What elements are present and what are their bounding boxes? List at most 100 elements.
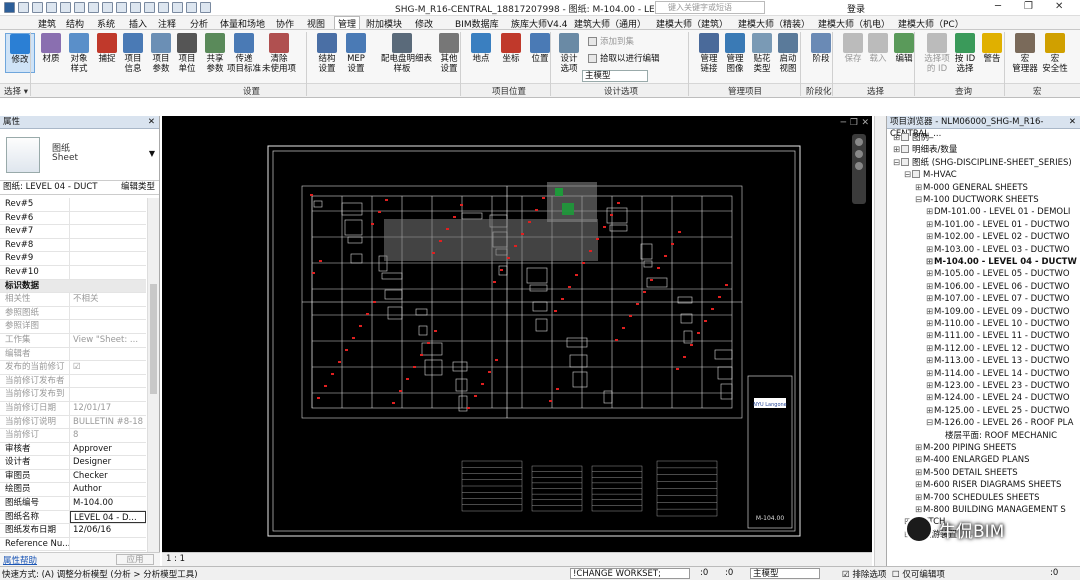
warnings-button[interactable]: 警告	[977, 33, 1007, 64]
property-value[interactable]	[70, 252, 146, 265]
tree-toggle-icon[interactable]: ⊞	[926, 257, 934, 268]
tree-toggle-icon[interactable]: ⊞	[926, 381, 934, 392]
switch-windows-icon[interactable]	[186, 2, 197, 13]
close-browser-icon[interactable]: ✕	[1069, 116, 1076, 128]
sync-icon[interactable]	[46, 2, 57, 13]
browser-item[interactable]: ⊞M-500 DETAIL SHEETS	[915, 468, 1018, 479]
tree-toggle-icon[interactable]: ⊞	[926, 344, 934, 355]
tree-toggle-icon[interactable]: ⊞	[893, 133, 901, 144]
redo-icon[interactable]	[74, 2, 85, 13]
tab-7[interactable]: 协作	[276, 17, 294, 30]
tree-toggle-icon[interactable]: ⊞	[893, 145, 901, 156]
browser-item[interactable]: ⊞M-107.00 - LEVEL 07 - DUCTWO	[926, 294, 1070, 305]
mep-settings-button[interactable]: MEP 设置	[341, 33, 371, 74]
section-icon[interactable]	[144, 2, 155, 13]
property-value[interactable]: Approver	[70, 443, 146, 456]
customize-qat-icon[interactable]	[200, 2, 211, 13]
browser-item[interactable]: ⊟ M-HVAC	[904, 170, 957, 181]
browser-item[interactable]: ⊞M-124.00 - LEVEL 24 - DUCTWO	[926, 393, 1070, 404]
browser-item[interactable]: 楼层平面: ROOF MECHANIC	[937, 431, 1057, 442]
zoom-icon[interactable]	[855, 150, 863, 158]
minimize-icon[interactable]: ─	[995, 1, 1001, 12]
properties-help-link[interactable]: 属性帮助	[3, 554, 37, 566]
thin-lines-icon[interactable]	[158, 2, 169, 13]
tree-toggle-icon[interactable]: ⊞	[915, 480, 923, 491]
close-icon[interactable]: ✕	[1055, 1, 1063, 12]
property-value[interactable]	[70, 538, 146, 551]
tree-toggle-icon[interactable]: ⊞	[926, 319, 934, 330]
tree-toggle-icon[interactable]: ⊞	[915, 443, 923, 454]
browser-item[interactable]: ⊞M-400 ENLARGED PLANS	[915, 455, 1030, 466]
tab-11[interactable]: 修改	[415, 17, 433, 30]
browser-item[interactable]: ⊞ 明细表/数量	[893, 145, 957, 156]
tab-10[interactable]: 附加模块	[366, 17, 402, 30]
3d-view-icon[interactable]	[130, 2, 141, 13]
browser-item[interactable]: ⊞M-600 RISER DIAGRAMS SHEETS	[915, 480, 1061, 491]
tab-18[interactable]: 建模大师（PC）	[898, 17, 964, 30]
browser-item[interactable]: ⊞M-000 GENERAL SHEETS	[915, 183, 1028, 194]
browser-item[interactable]: ⊞M-200 PIPING SHEETS	[915, 443, 1016, 454]
print-icon[interactable]	[88, 2, 99, 13]
browser-item[interactable]: ⊞M-106.00 - LEVEL 06 - DUCTWO	[926, 282, 1070, 293]
tab-12[interactable]: BIM数据库	[455, 17, 499, 30]
design-option-combo[interactable]: 主模型	[582, 70, 648, 82]
property-value[interactable]	[70, 239, 146, 252]
pan-icon[interactable]	[855, 162, 863, 170]
transfer-standards-button[interactable]: 传递 项目标准	[227, 33, 261, 74]
property-value[interactable]: Designer	[70, 456, 146, 469]
property-value[interactable]: Author	[70, 483, 146, 496]
property-value[interactable]: 12/06/16	[70, 524, 146, 537]
browser-item[interactable]: ⊞DM-101.00 - LEVEL 01 - DEMOLI	[926, 207, 1070, 218]
tree-toggle-icon[interactable]: ⊞	[926, 393, 934, 404]
browser-item[interactable]: ⊟M-126.00 - LEVEL 26 - ROOF PLA	[926, 418, 1073, 429]
properties-scrollbar[interactable]	[147, 198, 159, 554]
tab-0[interactable]: 建筑	[38, 17, 56, 30]
browser-item[interactable]: ⊞M-123.00 - LEVEL 23 - DUCTWO	[926, 381, 1070, 392]
add-to-set-button[interactable]: 添加到集	[588, 35, 634, 47]
measure-icon[interactable]	[102, 2, 113, 13]
filter-count[interactable]: :0	[1050, 568, 1058, 578]
tab-1[interactable]: 结构	[66, 17, 84, 30]
canvas-vertical-scrollbar[interactable]	[874, 116, 886, 566]
tree-toggle-icon[interactable]: ⊞	[926, 269, 934, 280]
browser-item[interactable]: ⊞M-700 SCHEDULES SHEETS	[915, 493, 1040, 504]
drawing-canvas[interactable]: ─ ❐ ✕ NYU Langone M-104.00	[162, 116, 872, 552]
navigation-bar[interactable]	[852, 134, 866, 204]
property-value[interactable]	[70, 198, 146, 211]
tab-5[interactable]: 分析	[190, 17, 208, 30]
tab-17[interactable]: 建模大师（机电）	[818, 17, 890, 30]
browser-item[interactable]: ⊞M-111.00 - LEVEL 11 - DUCTWO	[926, 331, 1070, 342]
app-menu-icon[interactable]	[4, 2, 15, 13]
browser-item[interactable]: ⊞M-101.00 - LEVEL 01 - DUCTWO	[926, 220, 1070, 231]
properties-scroll-thumb[interactable]	[150, 284, 157, 394]
tree-toggle-icon[interactable]: ⊞	[926, 331, 934, 342]
property-value[interactable]	[70, 225, 146, 238]
browser-item[interactable]: ⊞M-114.00 - LEVEL 14 - DUCTWO	[926, 369, 1070, 380]
tab-14[interactable]: 建筑大师（通用）	[574, 17, 646, 30]
edit-type-button[interactable]: 编辑类型	[121, 181, 155, 194]
macro-security-button[interactable]: 宏安全性	[1040, 33, 1070, 74]
browser-item[interactable]: ⊞M-112.00 - LEVEL 12 - DUCTWO	[926, 344, 1070, 355]
property-value[interactable]: LEVEL 04 - D...	[70, 510, 146, 524]
tab-4[interactable]: 注释	[158, 17, 176, 30]
steering-wheel-icon[interactable]	[855, 138, 863, 146]
tree-toggle-icon[interactable]: ⊞	[926, 307, 934, 318]
tab-9[interactable]: 管理	[334, 16, 361, 30]
property-group[interactable]: 标识数据	[0, 279, 146, 294]
tab-3[interactable]: 插入	[129, 17, 147, 30]
tree-toggle-icon[interactable]: ⊞	[915, 493, 923, 504]
purge-unused-button[interactable]: 清除 未使用项	[262, 33, 296, 74]
browser-item[interactable]: ⊞M-110.00 - LEVEL 10 - DUCTWO	[926, 319, 1070, 330]
tree-toggle-icon[interactable]: ⊞	[926, 369, 934, 380]
browser-item[interactable]: ⊞M-103.00 - LEVEL 03 - DUCTWO	[926, 245, 1070, 256]
tab-6[interactable]: 体量和场地	[220, 17, 265, 30]
tree-toggle-icon[interactable]: ⊞	[915, 468, 923, 479]
tree-toggle-icon[interactable]: ⊟	[904, 170, 912, 181]
tree-toggle-icon[interactable]: ⊞	[926, 294, 934, 305]
browser-item[interactable]: ⊞M-113.00 - LEVEL 13 - DUCTWO	[926, 356, 1070, 367]
browser-item[interactable]: ⊞M-105.00 - LEVEL 05 - DUCTWO	[926, 269, 1070, 280]
open-icon[interactable]	[18, 2, 29, 13]
text-icon[interactable]	[116, 2, 127, 13]
property-value[interactable]: Checker	[70, 470, 146, 483]
exclude-options-checkbox[interactable]: ☑ 排除选项	[842, 568, 886, 580]
